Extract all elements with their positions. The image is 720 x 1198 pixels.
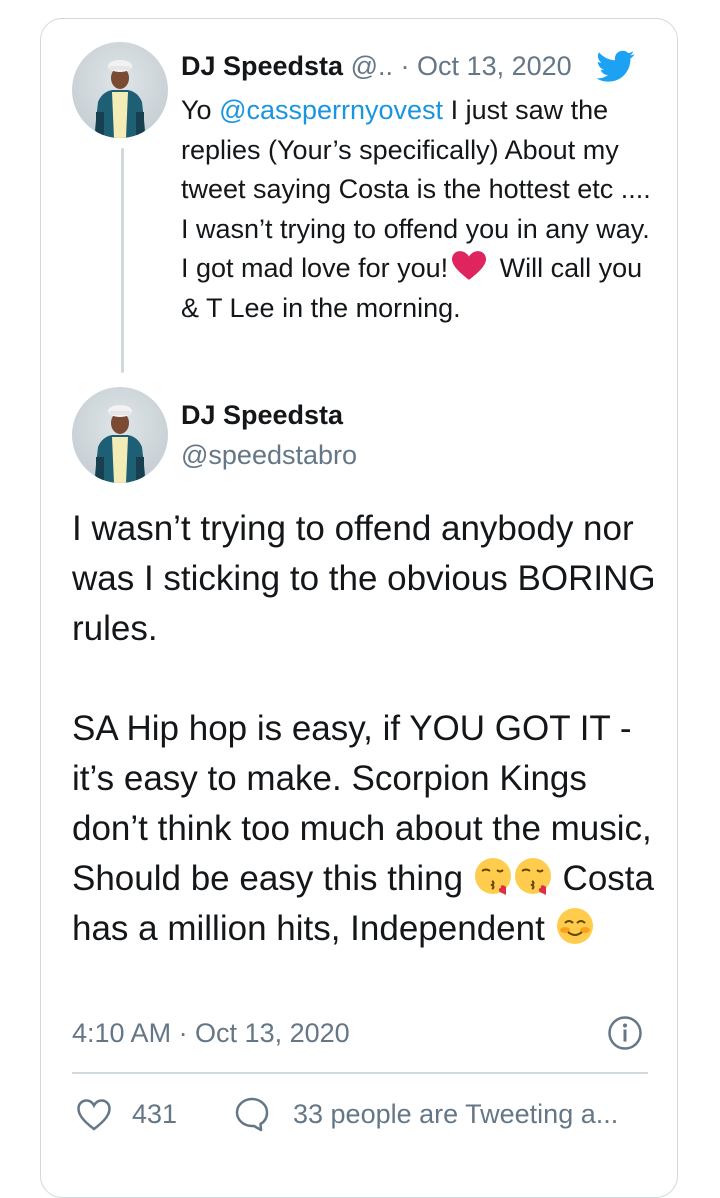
quoted-tweet-handle[interactable]: @.. xyxy=(351,51,393,81)
main-tweet-handle[interactable]: @speedstabro xyxy=(181,436,357,474)
thread-connector-line xyxy=(121,148,124,373)
twitter-bird-icon[interactable] xyxy=(597,47,635,85)
smiling-face-icon xyxy=(556,908,593,944)
tweet-paragraph-2: SA Hip hop is easy, if YOU GOT IT - it’s… xyxy=(72,704,672,954)
header-separator: · xyxy=(400,51,410,81)
info-icon[interactable] xyxy=(607,1015,643,1051)
actions-divider xyxy=(72,1072,648,1074)
heart-like-icon[interactable] xyxy=(76,1098,112,1132)
people-tweeting-link[interactable]: 33 people are Tweeting a... xyxy=(293,1094,618,1134)
tweet-timestamp[interactable]: 4:10 AM · Oct 13, 2020 xyxy=(72,1013,350,1053)
quoted-tweet-avatar[interactable] xyxy=(72,42,168,138)
mention-link[interactable]: @cassperrnyovest xyxy=(219,95,443,125)
face-blowing-kiss-icon xyxy=(514,858,551,895)
main-tweet-text: I wasn’t trying to offend anybody nor wa… xyxy=(72,504,672,954)
tweet-paragraph-1: I wasn’t trying to offend anybody nor wa… xyxy=(72,509,656,648)
main-tweet-display-name[interactable]: DJ Speedsta xyxy=(181,396,343,434)
like-count[interactable]: 431 xyxy=(132,1094,177,1134)
quoted-text-prefix: Yo xyxy=(181,95,220,125)
person-avatar-icon xyxy=(94,405,146,483)
quoted-tweet-date[interactable]: Oct 13, 2020 xyxy=(417,51,572,81)
quoted-tweet-text: Yo @cassperrnyovest I just saw the repli… xyxy=(181,91,651,328)
speech-bubble-icon[interactable] xyxy=(234,1096,270,1132)
quoted-tweet-header: DJ Speedsta @.. · Oct 13, 2020 xyxy=(181,46,621,86)
red-heart-emoji-icon xyxy=(452,251,487,280)
quoted-tweet-display-name[interactable]: DJ Speedsta xyxy=(181,51,343,81)
main-tweet-avatar[interactable] xyxy=(72,387,168,483)
face-blowing-kiss-icon xyxy=(474,858,511,895)
person-avatar-icon xyxy=(94,60,146,138)
